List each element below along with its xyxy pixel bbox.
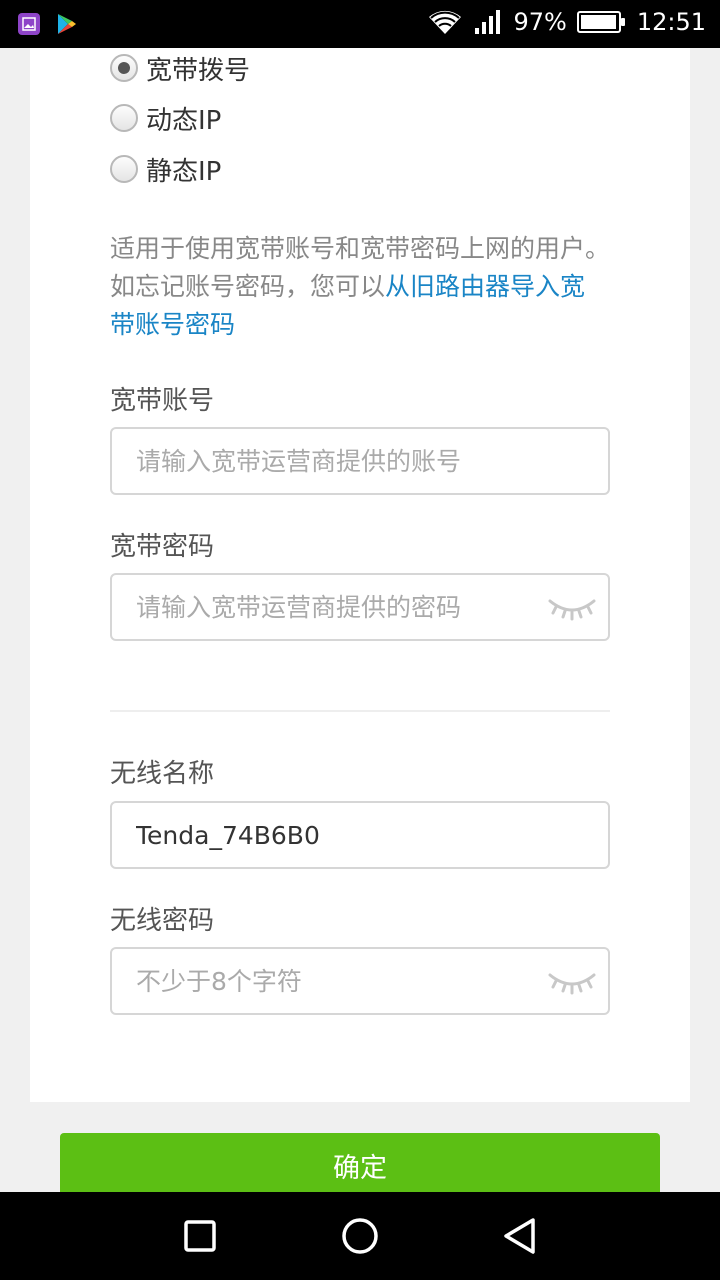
signal-icon (475, 10, 501, 34)
option-label: 静态IP (146, 156, 222, 187)
pppoe-description: 适用于使用宽带账号和宽带密码上网的用户。如忘记账号密码，您可以从旧路由器导入宽带… (110, 230, 610, 344)
play-store-icon (58, 14, 76, 34)
confirm-button[interactable]: 确定 (60, 1133, 660, 1197)
broadband-password-label: 宽带密码 (110, 532, 215, 562)
system-status: 97% 12:51 (427, 8, 706, 36)
wireless-password-label: 无线密码 (110, 906, 215, 936)
navigation-bar (0, 1192, 720, 1280)
wifi-icon (429, 10, 462, 34)
back-icon[interactable] (498, 1214, 542, 1258)
broadband-password-input[interactable] (112, 575, 532, 639)
wireless-password-input[interactable] (112, 949, 532, 1013)
eye-closed-icon[interactable] (546, 967, 598, 997)
settings-card: 宽带拨号 动态IP 静态IP 适用于使用宽带账号和宽带密码上网的用户。如忘记账号… (30, 48, 690, 1102)
wireless-password-field (110, 947, 610, 1015)
radio-button[interactable] (110, 104, 138, 132)
broadband-account-field (110, 427, 610, 495)
battery-percent: 97% (513, 8, 567, 36)
status-bar: 97% 12:51 (0, 0, 720, 48)
option-dynamic-ip[interactable]: 动态IP (110, 98, 221, 138)
wireless-name-input[interactable] (112, 803, 532, 867)
wireless-name-field (110, 801, 610, 869)
radio-button[interactable] (110, 54, 138, 82)
home-icon[interactable] (338, 1214, 382, 1258)
broadband-account-input[interactable] (112, 429, 532, 493)
broadband-account-label: 宽带账号 (110, 386, 215, 416)
notification-icons (18, 12, 78, 36)
battery-icon (576, 11, 625, 33)
eye-closed-icon[interactable] (546, 593, 598, 623)
gallery-icon (18, 13, 40, 35)
option-label: 动态IP (146, 105, 222, 136)
recent-apps-icon[interactable] (178, 1214, 222, 1258)
option-pppoe[interactable]: 宽带拨号 (110, 48, 250, 88)
broadband-password-field (110, 573, 610, 641)
battery-fill (580, 15, 616, 29)
section-divider (110, 710, 610, 712)
option-static-ip[interactable]: 静态IP (110, 149, 221, 189)
clock: 12:51 (636, 8, 706, 36)
wireless-name-label: 无线名称 (110, 759, 215, 789)
option-label: 宽带拨号 (146, 55, 251, 86)
radio-button[interactable] (110, 155, 138, 183)
